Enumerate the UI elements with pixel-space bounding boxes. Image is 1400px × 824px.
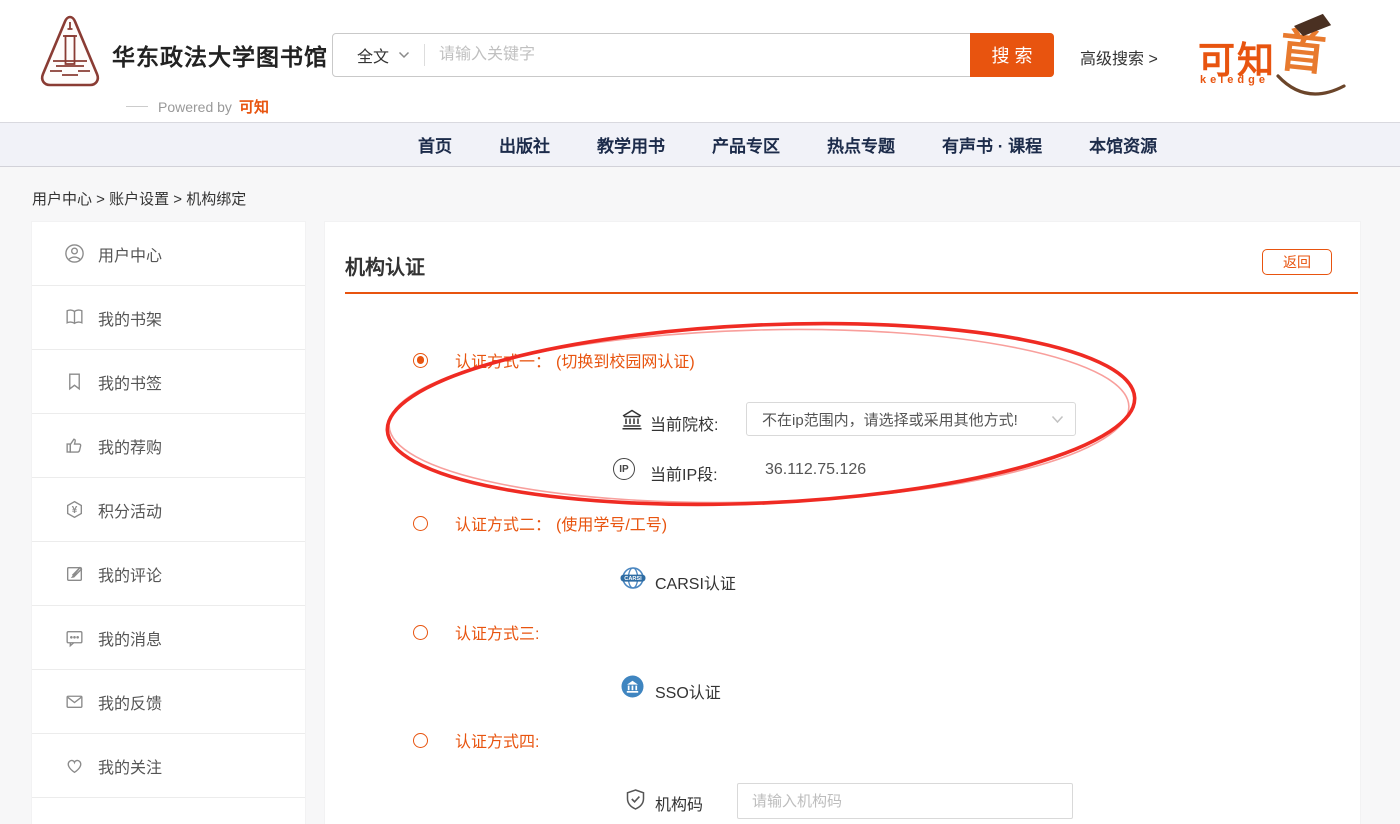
feedback-icon: [64, 691, 85, 712]
method4-radio[interactable]: [413, 733, 428, 748]
sidebar-item-user-center[interactable]: 用户中心: [32, 222, 305, 286]
method1-hint[interactable]: (切换到校园网认证): [556, 348, 695, 372]
auth-method-3-row: 认证方式三:: [413, 620, 544, 644]
ip-icon: IP: [613, 458, 635, 480]
search-scope-label: 全文: [357, 43, 389, 67]
sso-auth-link[interactable]: SSO认证: [655, 679, 721, 703]
sidebar-item-label: 我的书架: [98, 306, 162, 330]
advanced-search-link[interactable]: 高级搜索 >: [1080, 45, 1158, 69]
search-button[interactable]: 搜 索: [970, 33, 1054, 77]
site-title: 华东政法大学图书馆: [112, 38, 328, 72]
nav-audiobooks-courses[interactable]: 有声书 · 课程: [942, 132, 1042, 157]
sidebar-item-label: 我的反馈: [98, 690, 162, 714]
sidebar-item-label: 我的书签: [98, 370, 162, 394]
carsi-auth-link[interactable]: CARSI认证: [655, 570, 736, 594]
carsi-icon-text: CARSI: [624, 576, 642, 582]
school-icon: [620, 408, 644, 431]
svg-text:¥: ¥: [72, 505, 78, 516]
page-title: 机构认证: [345, 251, 425, 280]
school-select[interactable]: 不在ip范围内，请选择或采用其他方式!: [746, 402, 1076, 436]
sidebar-item-feedback[interactable]: 我的反馈: [32, 670, 305, 734]
sidebar-item-label: 积分活动: [98, 498, 162, 522]
chevron-down-icon: [1051, 415, 1064, 424]
method4-label: 认证方式四:: [455, 728, 539, 752]
sidebar: 用户中心 我的书架 我的书签 我的荐购 ¥ 积分活动 我的评论: [32, 222, 305, 824]
org-code-label: 机构码: [655, 791, 703, 815]
auth-method-2-row: 认证方式二： (使用学号/工号): [413, 511, 667, 535]
search-bar: 全文 搜 索: [332, 33, 1054, 77]
nav-teaching-books[interactable]: 教学用书: [597, 132, 665, 157]
nav-library-resources[interactable]: 本馆资源: [1089, 132, 1157, 157]
sidebar-item-label: 我的荐购: [98, 434, 162, 458]
thumbs-up-icon: [64, 435, 85, 456]
method1-label: 认证方式一：: [455, 348, 551, 372]
school-select-value: 不在ip范围内，请选择或采用其他方式!: [762, 409, 1018, 430]
powered-by-text: Powered by: [158, 99, 232, 115]
nav-hot-topics[interactable]: 热点专题: [827, 132, 895, 157]
user-icon: [64, 243, 85, 264]
method3-label: 认证方式三:: [455, 620, 539, 644]
nav-home[interactable]: 首页: [418, 132, 452, 157]
heart-icon: [64, 755, 85, 776]
sidebar-item-messages[interactable]: 我的消息: [32, 606, 305, 670]
chevron-down-icon: [398, 51, 410, 59]
school-label: 当前院校:: [650, 411, 718, 435]
sso-icon: [621, 675, 644, 698]
sidebar-item-label: 我的评论: [98, 562, 162, 586]
sidebar-item-label: 我的关注: [98, 754, 162, 778]
comment-icon: [64, 563, 85, 584]
sidebar-item-label: 用户中心: [98, 242, 162, 266]
dash-divider: [126, 106, 148, 107]
main-nav: 首页 出版社 教学用书 产品专区 热点专题 有声书 · 课程 本馆资源: [0, 122, 1400, 167]
message-icon: [64, 627, 85, 648]
sidebar-item-following[interactable]: 我的关注: [32, 734, 305, 798]
sidebar-item-recommend[interactable]: 我的荐购: [32, 414, 305, 478]
search-input[interactable]: [425, 35, 1053, 75]
auth-method-4-row: 认证方式四:: [413, 728, 544, 752]
ip-icon-text: IP: [619, 464, 628, 475]
bookmark-icon: [64, 371, 85, 392]
ip-label: 当前IP段:: [650, 461, 718, 485]
method2-label: 认证方式二：: [455, 511, 551, 535]
sidebar-item-bookshelf[interactable]: 我的书架: [32, 286, 305, 350]
sidebar-item-bookmarks[interactable]: 我的书签: [32, 350, 305, 414]
university-logo-icon: [38, 14, 102, 96]
page-header: 华东政法大学图书馆 Powered by 可知 全文 搜 索 高级搜索 > 可知…: [0, 0, 1400, 122]
breadcrumb[interactable]: 用户中心 > 账户设置 > 机构绑定: [32, 188, 246, 209]
keledge-logo-swoosh-icon: [1198, 10, 1348, 110]
points-icon: ¥: [64, 499, 85, 520]
sidebar-item-comments[interactable]: 我的评论: [32, 542, 305, 606]
org-code-icon: [624, 788, 647, 811]
nav-product-zone[interactable]: 产品专区: [712, 132, 780, 157]
method2-radio[interactable]: [413, 516, 428, 531]
sidebar-item-points[interactable]: ¥ 积分活动: [32, 478, 305, 542]
bookshelf-icon: [64, 307, 85, 328]
powered-by: Powered by 可知: [126, 96, 269, 117]
org-code-input[interactable]: [737, 783, 1073, 819]
sidebar-item-label: 我的消息: [98, 626, 162, 650]
keledge-logo: 可知 keledge 首: [1198, 10, 1348, 110]
nav-publishers[interactable]: 出版社: [499, 132, 550, 157]
institution-auth-panel: 机构认证 返回 认证方式一： (切换到校园网认证) 当前院校: 不在ip范围内，…: [325, 222, 1360, 824]
title-divider: [345, 292, 1358, 294]
auth-method-1-row: 认证方式一： (切换到校园网认证): [413, 348, 695, 372]
ip-value: 36.112.75.126: [765, 461, 866, 479]
search-scope-select[interactable]: 全文: [333, 43, 424, 67]
method2-hint: (使用学号/工号): [556, 511, 667, 535]
carsi-icon: CARSI: [620, 565, 646, 591]
method1-radio[interactable]: [413, 353, 428, 368]
method3-radio[interactable]: [413, 625, 428, 640]
back-button[interactable]: 返回: [1262, 249, 1332, 275]
powered-by-brand: 可知: [239, 96, 269, 117]
